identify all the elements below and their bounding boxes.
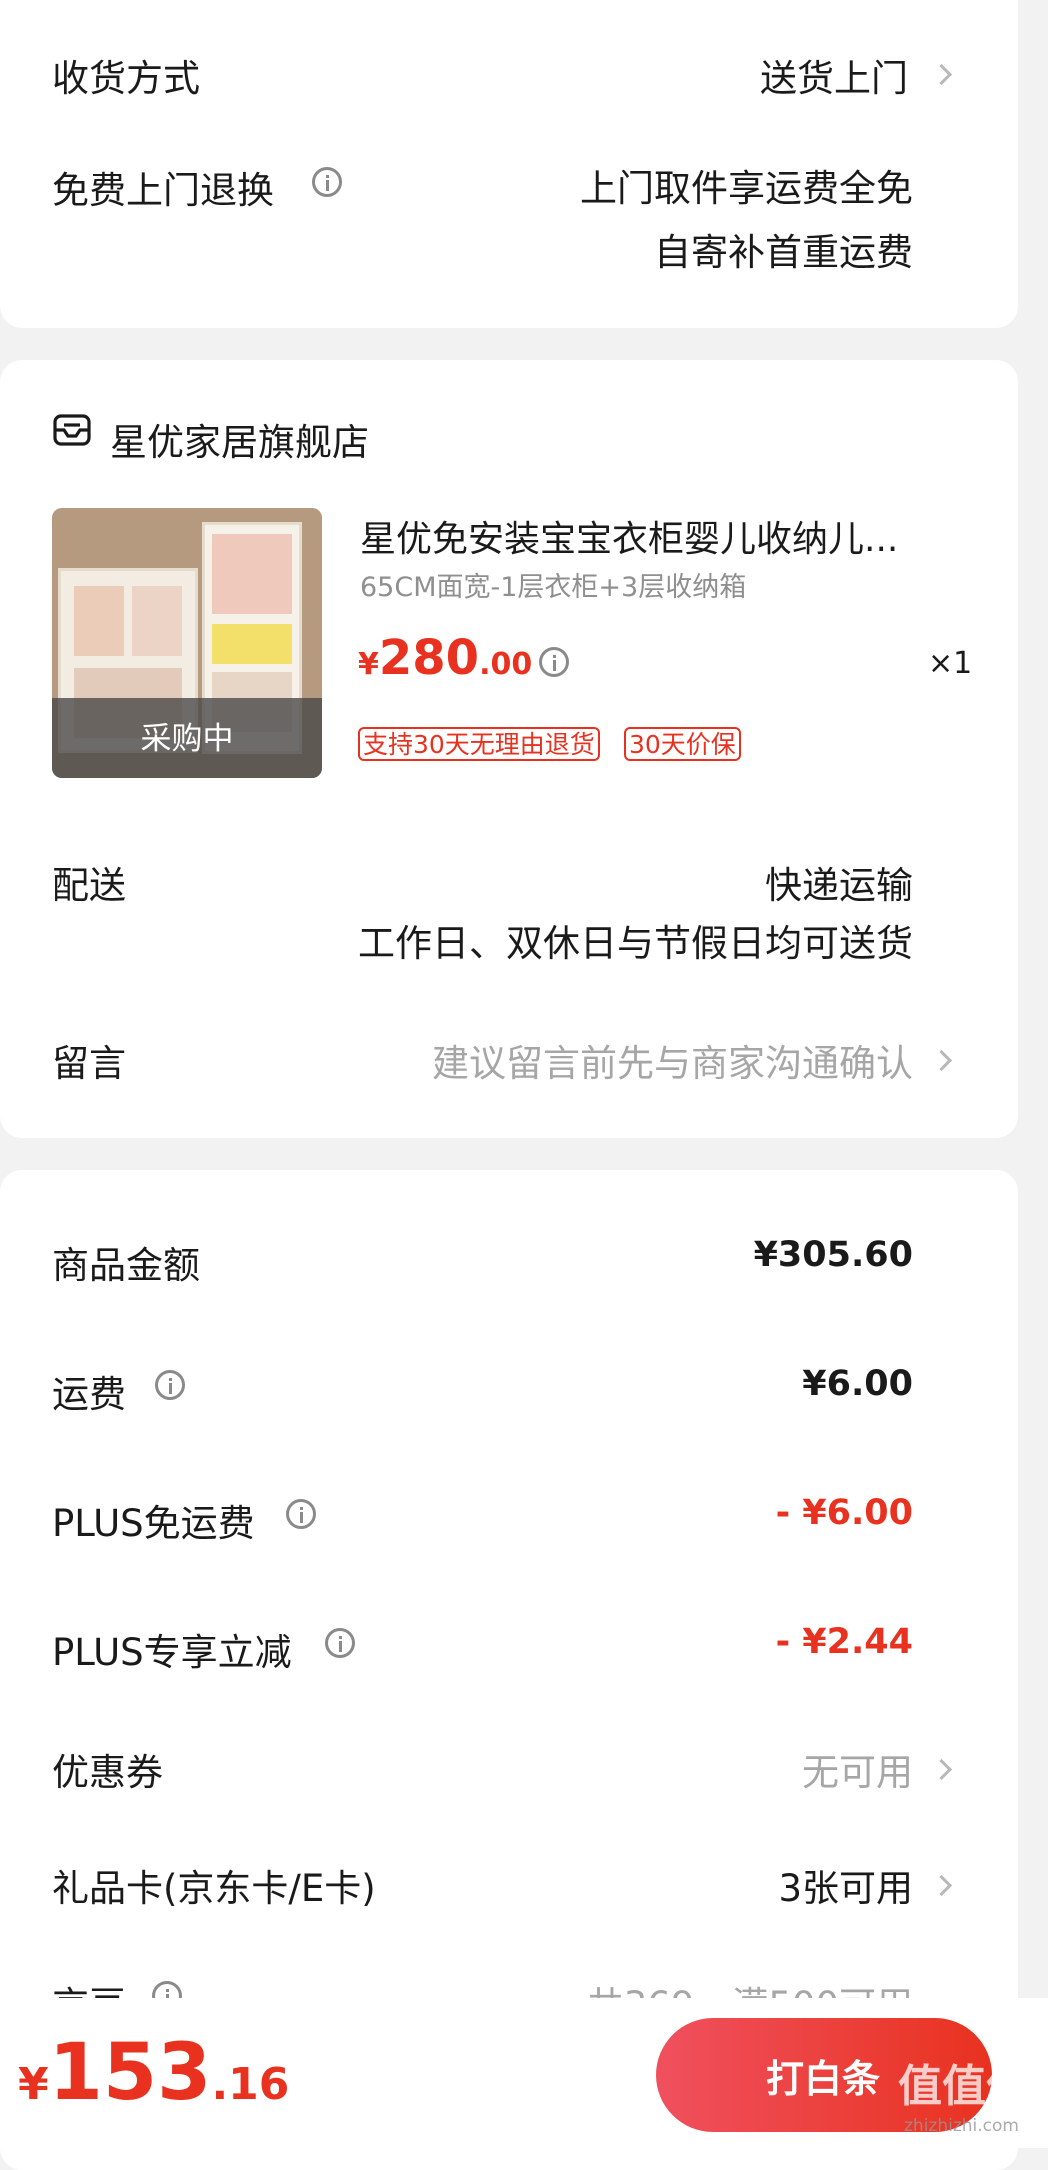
- delivery-card: 收货方式 送货上门 免费上门退换 上门取件享运费全免 自寄补首重运费: [0, 0, 1018, 328]
- total-amount: ¥153.16: [18, 2028, 289, 2118]
- shipping-value[interactable]: 快递运输: [765, 855, 913, 909]
- free-return-line2: 自寄补首重运费: [654, 231, 913, 274]
- info-icon[interactable]: [539, 647, 569, 677]
- product-quantity: ×1: [928, 646, 973, 681]
- purchasing-overlay: 采购中: [140, 721, 234, 757]
- summary-giftcard-value[interactable]: 3张可用: [778, 1858, 913, 1912]
- info-icon[interactable]: [286, 1499, 316, 1529]
- shipping-label: 配送: [52, 864, 126, 907]
- total-decimal: .16: [211, 2059, 290, 2110]
- info-icon[interactable]: [325, 1628, 355, 1658]
- info-icon[interactable]: [155, 1370, 185, 1400]
- pay-button-label: 打白条: [766, 2057, 881, 2101]
- shipping-sub: 工作日、双休日与节假日均可送货: [358, 922, 913, 965]
- delivery-method-value[interactable]: 送货上门: [760, 48, 908, 102]
- summary-giftcard-label: 礼品卡(京东卡/E卡): [52, 1867, 376, 1910]
- summary-goods-value: ¥305.60: [753, 1235, 913, 1275]
- chevron-right-icon[interactable]: [930, 1758, 953, 1781]
- summary-plus-discount-value: - ¥2.44: [775, 1622, 913, 1662]
- summary-plus-freeship-value: - ¥6.00: [775, 1493, 913, 1533]
- watermark-logo: 值值值: [898, 2061, 1030, 2112]
- message-input[interactable]: 建议留言前先与商家沟通确认: [432, 1033, 913, 1087]
- product-title[interactable]: 星优免安装宝宝衣柜婴儿收纳儿...: [360, 510, 898, 562]
- summary-shipping-label: 运费: [52, 1373, 126, 1416]
- bottom-bar: ¥153.16 打白条 值值值 zhizhizhi.com: [0, 1998, 1048, 2148]
- tag-30day-return: 支持30天无理由退货: [358, 727, 600, 761]
- summary-shipping-value: ¥6.00: [802, 1364, 913, 1404]
- store-name[interactable]: 星优家居旗舰店: [110, 412, 369, 466]
- price-integer: 280: [378, 630, 480, 686]
- total-currency: ¥: [18, 2059, 49, 2110]
- summary-goods-label: 商品金额: [52, 1244, 200, 1287]
- chevron-right-icon[interactable]: [930, 63, 953, 86]
- store-icon: [53, 414, 91, 446]
- watermark-url: zhizhizhi.com: [904, 2116, 1019, 2136]
- store-card: 星优家居旗舰店 采购中 星优免安装宝宝衣柜婴儿收纳儿... 65CM面宽-1层衣…: [0, 360, 1018, 1138]
- product-spec[interactable]: 65CM面宽-1层衣柜+3层收纳箱: [360, 565, 746, 604]
- free-return-label: 免费上门退换: [52, 169, 274, 212]
- info-icon[interactable]: [312, 167, 342, 197]
- summary-coupon-label: 优惠券: [52, 1751, 163, 1794]
- chevron-right-icon[interactable]: [930, 1049, 953, 1072]
- delivery-method-label: 收货方式: [52, 57, 200, 100]
- chevron-right-icon[interactable]: [930, 1874, 953, 1897]
- price-currency: ¥: [358, 647, 379, 682]
- summary-coupon-value[interactable]: 无可用: [802, 1742, 913, 1796]
- free-return-line1: 上门取件享运费全免: [580, 167, 913, 210]
- summary-plus-freeship-label: PLUS免运费: [52, 1502, 255, 1545]
- message-label: 留言: [52, 1042, 126, 1085]
- price-decimal: .00: [479, 647, 533, 682]
- summary-plus-discount-label: PLUS专享立减: [52, 1631, 292, 1674]
- product-image[interactable]: 采购中: [52, 508, 322, 778]
- tag-price-protect: 30天价保: [624, 727, 741, 761]
- total-integer: 153: [48, 2028, 212, 2118]
- product-price: ¥280.00: [358, 630, 532, 686]
